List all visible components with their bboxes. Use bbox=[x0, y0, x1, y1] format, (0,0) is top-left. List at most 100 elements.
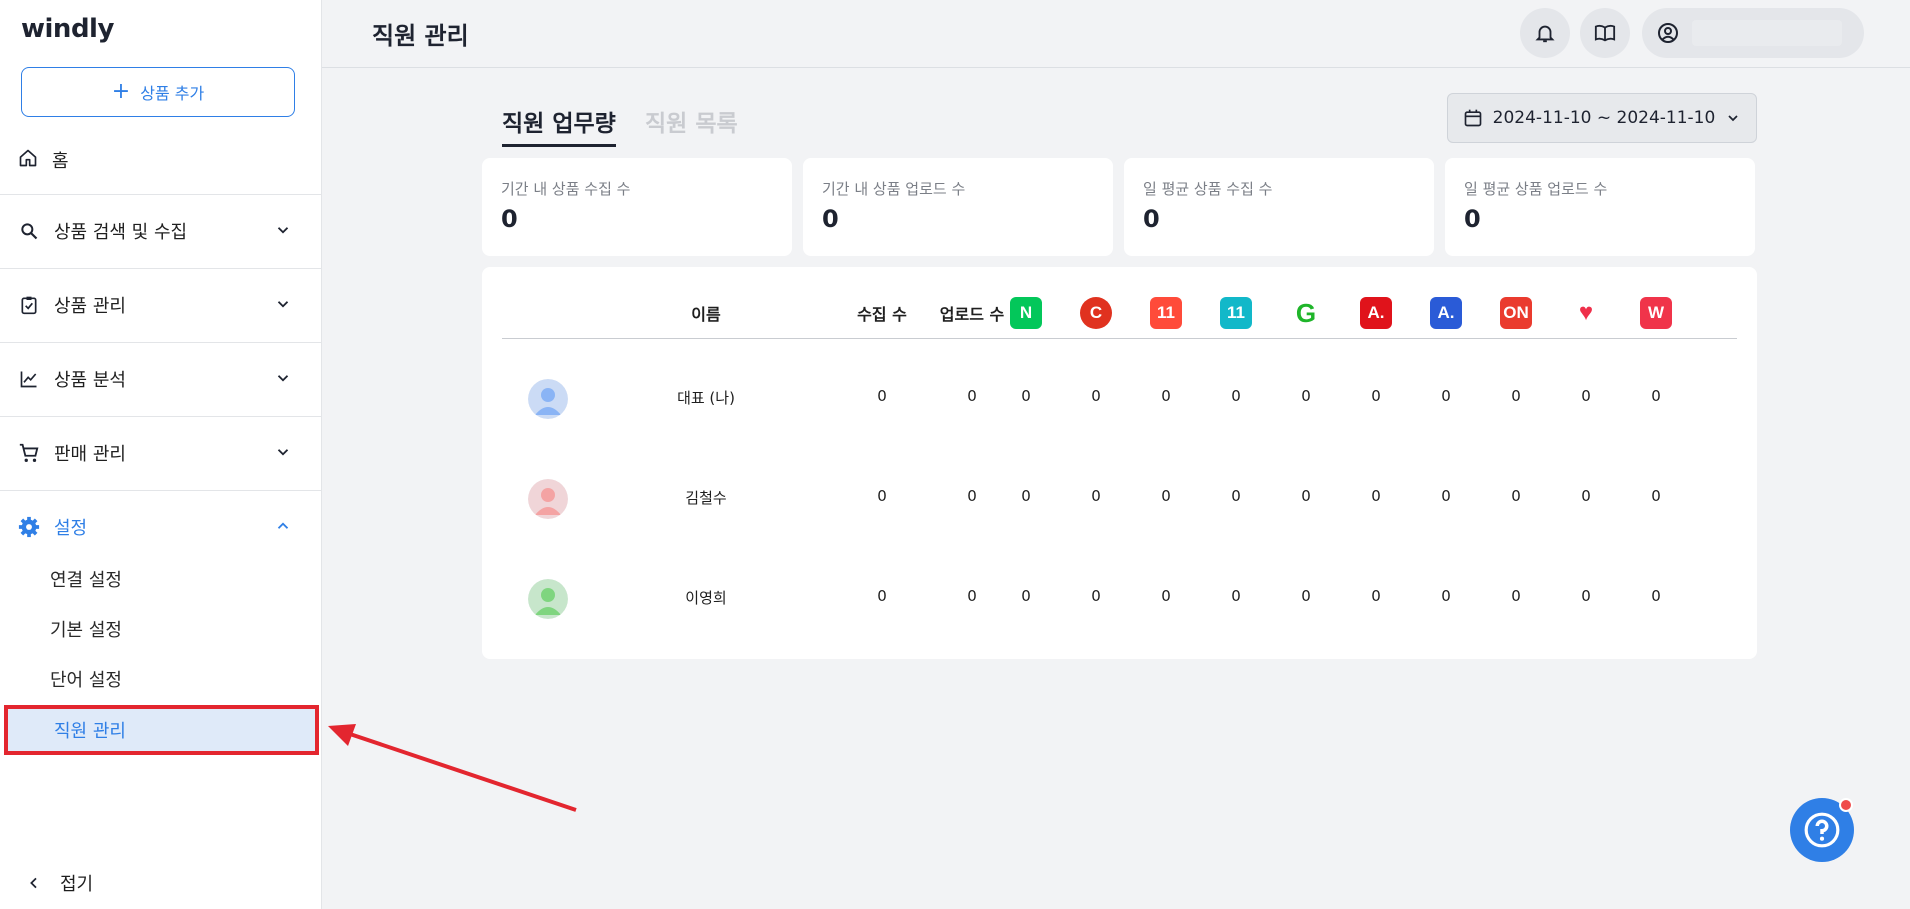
table-cell: 0 bbox=[1091, 487, 1101, 505]
table-cell: 0 bbox=[1441, 387, 1451, 405]
marketplace-icon: 11 bbox=[1220, 297, 1252, 329]
table-cell: 0 bbox=[1441, 587, 1451, 605]
stat-card: 일 평균 상품 수집 수 0 bbox=[1124, 158, 1434, 256]
marketplace-icon: C bbox=[1080, 297, 1112, 329]
stat-card: 기간 내 상품 업로드 수 0 bbox=[803, 158, 1113, 256]
sidebar-subitem-connection[interactable]: 연결 설정 bbox=[50, 566, 122, 592]
home-icon bbox=[18, 148, 38, 173]
sidebar-item-label: 홈 bbox=[52, 151, 69, 172]
table-cell: 0 bbox=[877, 587, 887, 605]
cart-icon bbox=[18, 442, 40, 464]
notifications-button[interactable] bbox=[1520, 8, 1570, 58]
sidebar-item-label: 상품 검색 및 수집 bbox=[54, 221, 188, 243]
staff-name: 대표 (나) bbox=[677, 389, 735, 407]
book-icon bbox=[1594, 24, 1616, 42]
marketplace-icon: A. bbox=[1360, 297, 1392, 329]
table-cell: 0 bbox=[1021, 587, 1031, 605]
sidebar-item-sales-manage[interactable]: 판매 관리 bbox=[0, 416, 322, 488]
chevron-left-icon bbox=[30, 877, 37, 889]
marketplace-icon: N bbox=[1010, 297, 1042, 329]
tab-staff-workload[interactable]: 직원 업무량 bbox=[502, 104, 616, 147]
date-range-picker[interactable]: 2024-11-10 ~ 2024-11-10 bbox=[1447, 93, 1757, 143]
sidebar-item-product-manage[interactable]: 상품 관리 bbox=[0, 268, 322, 340]
tab-staff-list[interactable]: 직원 목록 bbox=[645, 104, 738, 138]
notification-dot bbox=[1839, 798, 1853, 812]
user-circle-icon bbox=[1658, 23, 1678, 43]
stat-label: 일 평균 상품 업로드 수 bbox=[1464, 180, 1608, 198]
table-cell: 0 bbox=[1301, 587, 1311, 605]
chevron-down-icon bbox=[277, 449, 289, 456]
sidebar-item-product-analysis[interactable]: 상품 분석 bbox=[0, 342, 322, 414]
table-cell: 0 bbox=[1511, 587, 1521, 605]
sidebar-subitem-words[interactable]: 단어 설정 bbox=[50, 666, 122, 692]
column-header-collected: 수집 수 bbox=[857, 305, 907, 324]
page-title: 직원 관리 bbox=[372, 22, 469, 50]
chevron-down-icon bbox=[277, 375, 289, 382]
sidebar-subitem-basic[interactable]: 기본 설정 bbox=[50, 616, 122, 642]
stat-value: 0 bbox=[1143, 205, 1160, 233]
sidebar-item-label: 설정 bbox=[54, 517, 88, 539]
column-header-name: 이름 bbox=[691, 305, 721, 324]
table-cell: 0 bbox=[1231, 487, 1241, 505]
table-cell: 0 bbox=[1231, 387, 1241, 405]
avatar bbox=[528, 579, 568, 619]
marketplace-icon: W bbox=[1640, 297, 1672, 329]
table-cell: 0 bbox=[967, 587, 977, 605]
table-cell: 0 bbox=[1441, 487, 1451, 505]
top-bar: 직원 관리 bbox=[322, 0, 1910, 68]
chevron-down-icon bbox=[277, 301, 289, 308]
sidebar-item-label: 상품 관리 bbox=[54, 295, 126, 317]
marketplace-icon: 11 bbox=[1150, 297, 1182, 329]
marketplace-icon: A. bbox=[1430, 297, 1462, 329]
gear-icon bbox=[18, 516, 40, 538]
sidebar-item-label: 상품 분석 bbox=[54, 369, 126, 391]
stat-label: 기간 내 상품 수집 수 bbox=[501, 180, 631, 198]
date-range-text: 2024-11-10 ~ 2024-11-10 bbox=[1492, 108, 1716, 128]
table-cell: 0 bbox=[967, 487, 977, 505]
marketplace-icon: G bbox=[1295, 297, 1317, 328]
table-cell: 0 bbox=[1511, 387, 1521, 405]
table-cell: 0 bbox=[1651, 387, 1661, 405]
sidebar-item-home[interactable]: 홈 bbox=[18, 145, 69, 175]
stat-value: 0 bbox=[822, 205, 839, 233]
chevron-down-icon bbox=[1728, 115, 1738, 122]
add-product-button[interactable]: + 상품 추가 bbox=[21, 67, 295, 117]
table-cell: 0 bbox=[1301, 487, 1311, 505]
sidebar-item-settings[interactable]: 설정 bbox=[0, 490, 322, 562]
table-cell: 0 bbox=[1581, 587, 1591, 605]
guide-button[interactable] bbox=[1580, 8, 1630, 58]
line-chart-icon bbox=[18, 368, 40, 390]
table-cell: 0 bbox=[1371, 587, 1381, 605]
collapse-button[interactable]: 접기 bbox=[26, 870, 93, 896]
table-cell: 0 bbox=[1231, 587, 1241, 605]
sidebar-item-product-search[interactable]: 상품 검색 및 수집 bbox=[0, 194, 322, 266]
chevron-down-icon bbox=[277, 227, 289, 234]
table-cell: 0 bbox=[1581, 387, 1591, 405]
add-product-label: 상품 추가 bbox=[140, 84, 205, 103]
sidebar-subitem-staff[interactable]: 직원 관리 bbox=[4, 705, 319, 755]
table-cell: 0 bbox=[1371, 487, 1381, 505]
avatar bbox=[528, 479, 568, 519]
stat-value: 0 bbox=[1464, 205, 1481, 233]
annotation-arrow bbox=[328, 724, 577, 812]
table-row: 이영희 0 0 0 0 0 0 0 0 0 0 0 0 bbox=[502, 549, 1737, 649]
question-icon bbox=[1804, 812, 1840, 848]
table-header: 이름 수집 수 업로드 수 N C 11 11 G A. A. ON ♥ W bbox=[502, 287, 1737, 339]
table-row: 김철수 0 0 0 0 0 0 0 0 0 0 0 0 bbox=[502, 449, 1737, 549]
table-cell: 0 bbox=[1161, 487, 1171, 505]
table-cell: 0 bbox=[1091, 387, 1101, 405]
stat-card: 기간 내 상품 수집 수 0 bbox=[482, 158, 792, 256]
table-cell: 0 bbox=[1651, 487, 1661, 505]
table-cell: 0 bbox=[877, 387, 887, 405]
staff-workload-table: 이름 수집 수 업로드 수 N C 11 11 G A. A. ON ♥ W 대표 (나) 0 0 0 0… bbox=[482, 267, 1757, 659]
table-cell: 0 bbox=[1161, 387, 1171, 405]
staff-name: 이영희 bbox=[685, 589, 727, 607]
table-cell: 0 bbox=[1301, 387, 1311, 405]
table-cell: 0 bbox=[1511, 487, 1521, 505]
stat-value: 0 bbox=[501, 205, 518, 233]
sidebar: windly + 상품 추가 홈 상품 검색 및 수집 상품 관리 상품 분석 bbox=[0, 0, 322, 909]
marketplace-icon: ON bbox=[1500, 297, 1532, 329]
profile-button[interactable] bbox=[1642, 8, 1864, 58]
collapse-label: 접기 bbox=[60, 874, 94, 895]
plus-icon: + bbox=[111, 79, 131, 104]
